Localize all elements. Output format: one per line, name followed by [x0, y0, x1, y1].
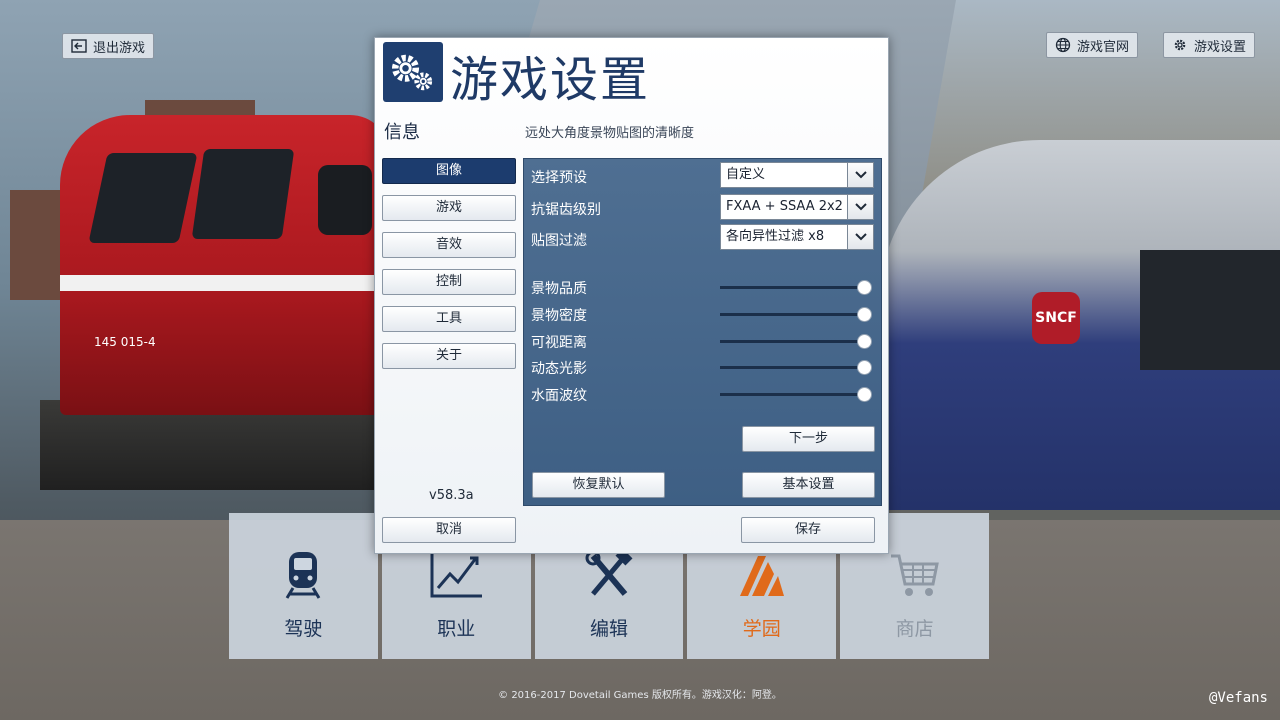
slider-thumb[interactable] [857, 387, 872, 402]
locomotive-window [318, 165, 372, 235]
antialias-value: FXAA + SSAA 2x2 [726, 199, 843, 214]
preset-label: 选择预设 [531, 170, 587, 186]
locomotive-window [88, 153, 198, 243]
restore-defaults-button[interactable]: 恢复默认 [532, 472, 665, 498]
nav-tab-controls[interactable]: 控制 [382, 269, 516, 295]
menu-label-drive: 驾驶 [284, 618, 323, 640]
chevron-down-icon[interactable] [847, 163, 873, 187]
scenery-density-label: 景物密度 [531, 308, 587, 324]
cart-icon [890, 554, 939, 596]
academy-icon [739, 556, 784, 596]
settings-gears-icon [383, 42, 443, 102]
water-ripples-label: 水面波纹 [531, 388, 587, 404]
nav-tab-tools[interactable]: 工具 [382, 306, 516, 332]
locomotive-stripe [60, 275, 380, 291]
chevron-down-icon[interactable] [847, 195, 873, 219]
chevron-down-icon[interactable] [847, 225, 873, 249]
scenery-quality-slider[interactable] [720, 280, 872, 295]
red-locomotive: 145 015-4 [60, 115, 390, 415]
dialog-title: 游戏设置 [450, 52, 651, 108]
antialias-label: 抗锯齿级别 [531, 202, 601, 218]
texture-filter-value: 各向异性过滤 x8 [726, 229, 825, 244]
slider-track [720, 313, 864, 316]
sncf-logo: SNCF [1032, 292, 1080, 344]
tools-icon [585, 550, 633, 596]
slider-track [720, 286, 864, 289]
dynamic-shadows-label: 动态光影 [531, 361, 587, 377]
texture-filter-select[interactable]: 各向异性过滤 x8 [720, 224, 874, 250]
train-icon [286, 552, 321, 599]
slider-thumb[interactable] [857, 360, 872, 375]
train-window [1140, 250, 1280, 370]
website-button[interactable]: 游戏官网 [1046, 32, 1139, 58]
nav-tab-game[interactable]: 游戏 [382, 195, 516, 221]
locomotive-window [191, 149, 295, 239]
watermark: @Vefans [1208, 690, 1268, 706]
nav-tab-audio[interactable]: 音效 [382, 232, 516, 258]
locomotive-number: 145 015-4 [94, 335, 156, 349]
exit-icon [71, 39, 87, 53]
gear-icon [1174, 39, 1186, 51]
settings-nav: 图像 游戏 音效 控制 工具 关于 [382, 158, 516, 380]
cancel-button[interactable]: 取消 [382, 517, 516, 543]
scenery-density-slider[interactable] [720, 307, 872, 322]
menu-label-shop: 商店 [895, 618, 934, 640]
basic-settings-button[interactable]: 基本设置 [742, 472, 875, 498]
preset-value: 自定义 [726, 167, 766, 182]
settings-dialog: 游戏设置 信息 远处大角度景物贴图的清晰度 图像 游戏 音效 控制 工具 关于 … [374, 37, 889, 554]
scenery-quality-label: 景物品质 [531, 281, 587, 297]
view-distance-label: 可视距离 [531, 335, 587, 351]
globe-icon [1055, 37, 1071, 53]
exit-game-button[interactable]: 退出游戏 [62, 33, 155, 59]
game-settings-label: 游戏设置 [1194, 39, 1247, 55]
slider-track [720, 393, 864, 396]
antialias-select[interactable]: FXAA + SSAA 2x2 [720, 194, 874, 220]
preset-select[interactable]: 自定义 [720, 162, 874, 188]
menu-label-editor: 编辑 [589, 618, 628, 640]
dynamic-shadows-slider[interactable] [720, 360, 872, 375]
menu-label-academy: 学园 [742, 618, 781, 640]
slider-thumb[interactable] [857, 280, 872, 295]
nav-tab-about[interactable]: 关于 [382, 343, 516, 369]
texture-filter-label: 贴图过滤 [531, 233, 587, 249]
menu-label-career: 职业 [437, 618, 476, 640]
slider-track [720, 340, 864, 343]
next-button[interactable]: 下一步 [742, 426, 875, 452]
version-label: v58.3a [429, 488, 474, 503]
slider-thumb[interactable] [857, 307, 872, 322]
graphics-settings-panel: 选择预设 自定义 抗锯齿级别 FXAA + SSAA 2x2 贴图过滤 各向异性… [523, 158, 882, 506]
slider-thumb[interactable] [857, 334, 872, 349]
water-ripples-slider[interactable] [720, 387, 872, 402]
menu-tile-drive[interactable]: 驾驶 [229, 513, 378, 659]
exit-game-label: 退出游戏 [93, 40, 146, 56]
tgv-train: SNCF [880, 140, 1280, 510]
info-label: 信息 [384, 122, 420, 143]
chart-icon [430, 554, 483, 598]
website-label: 游戏官网 [1077, 39, 1130, 55]
nav-tab-graphics[interactable]: 图像 [382, 158, 516, 184]
slider-track [720, 366, 864, 369]
view-distance-slider[interactable] [720, 334, 872, 349]
save-button[interactable]: 保存 [741, 517, 875, 543]
game-settings-button[interactable]: 游戏设置 [1163, 32, 1256, 58]
info-description: 远处大角度景物贴图的清晰度 [525, 126, 695, 141]
copyright-text: © 2016-2017 Dovetail Games 版权所有。游戏汉化：阿登。 [498, 690, 782, 701]
